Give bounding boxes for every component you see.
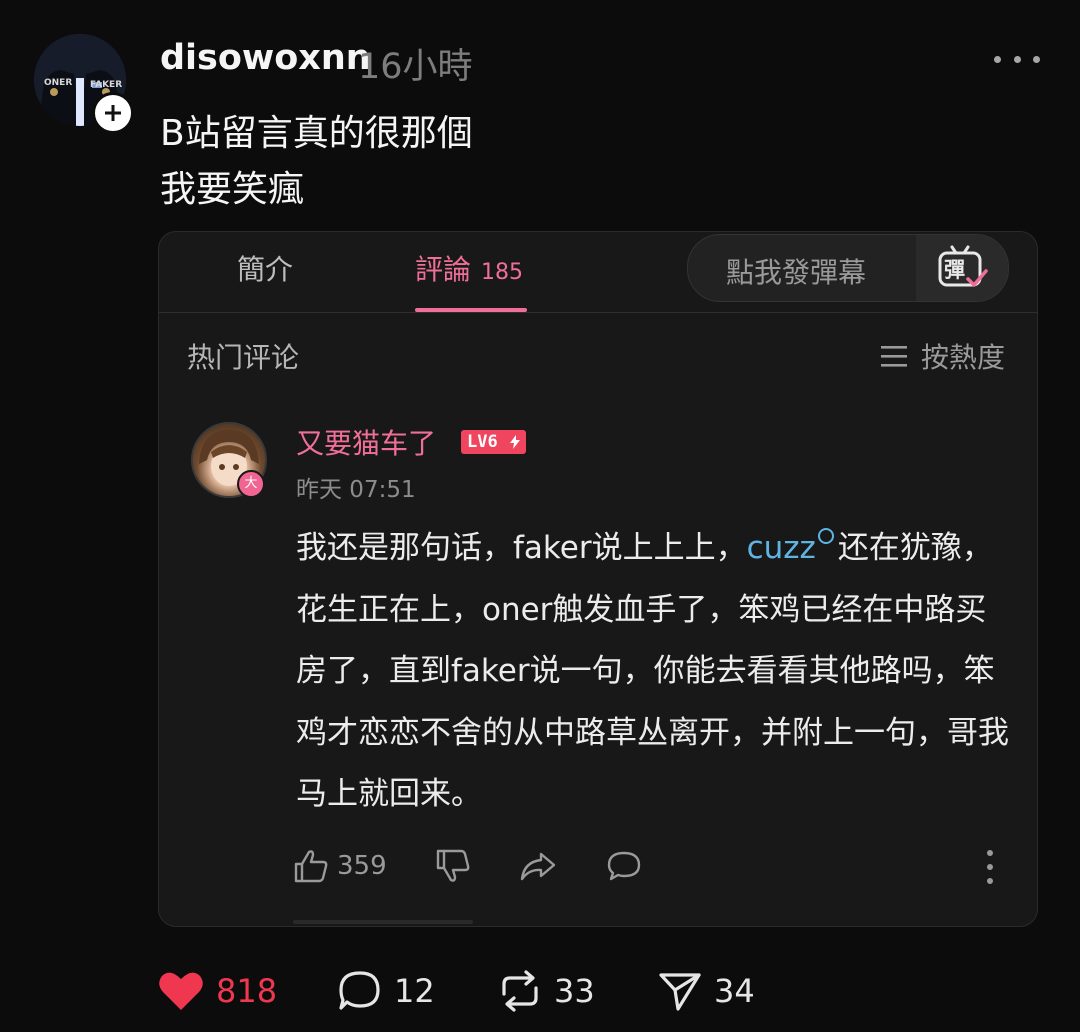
reply-bubble-icon (607, 851, 641, 881)
sort-icon (881, 346, 907, 367)
post-text: B站留言真的很那個 我要笑瘋 (160, 106, 473, 218)
comment-more-button[interactable] (985, 850, 995, 884)
comment-count: 12 (394, 972, 435, 1010)
danmaku-toggle-button[interactable]: 彈 (916, 235, 1008, 301)
comment-bubble-icon (339, 971, 380, 1010)
comment-share-button[interactable] (519, 844, 557, 888)
post-text-line: B站留言真的很那個 (160, 113, 473, 154)
follow-button[interactable] (92, 92, 134, 134)
more-dot-icon (987, 850, 993, 856)
avatar-jersey-right: FAKER (90, 80, 123, 90)
more-dot-icon (987, 878, 993, 884)
level-badge: LV6 (461, 430, 526, 454)
search-icon (817, 528, 834, 544)
tab-comments[interactable]: 評論 185 (415, 248, 523, 288)
post-text-line: 我要笑瘋 (160, 169, 305, 210)
more-dot-icon (1013, 55, 1021, 63)
active-tab-indicator (415, 308, 527, 312)
next-comment-hint (293, 920, 473, 924)
post-time: 16小時 (358, 47, 473, 87)
commenter-username[interactable]: 又要猫车了 (296, 422, 436, 462)
comment-link[interactable]: cuzz (746, 528, 838, 566)
comment-time: 昨天 07:51 (296, 477, 416, 503)
more-dot-icon (1033, 55, 1040, 63)
more-dot-icon (994, 55, 1001, 63)
comment-link-text: cuzz (746, 530, 816, 566)
share-count: 34 (714, 972, 755, 1010)
level-badge-text: LV6 (467, 432, 498, 452)
hot-comments-title: 热门评论 (187, 341, 300, 374)
share-button[interactable]: 34 (658, 966, 755, 1016)
comment-reply-button[interactable] (605, 844, 643, 888)
danmaku-placeholder: 點我發彈幕 (726, 256, 867, 289)
repost-count: 33 (554, 972, 595, 1010)
comment-text: 我还是那句话，faker说上上上，cuzz 还在犹豫，花生正在上，oner触发血手… (296, 518, 1016, 826)
sort-control[interactable]: 按熱度 (881, 336, 1005, 376)
like-button[interactable]: 818 (158, 966, 277, 1016)
send-icon (659, 973, 701, 1011)
sort-label: 按熱度 (921, 341, 1006, 374)
thumbs-down-icon (436, 849, 470, 882)
lightning-icon (509, 435, 520, 449)
thumbs-up-icon (294, 850, 328, 883)
tab-comments-label: 評論 (415, 253, 472, 286)
engagement-bar: 818 12 33 34 (158, 966, 798, 1016)
repost-icon (502, 970, 538, 1012)
share-arrow-icon (520, 852, 556, 881)
comment-like-button[interactable]: 359 (293, 844, 387, 888)
comment-dislike-button[interactable] (435, 844, 471, 888)
comment-like-count: 359 (337, 851, 387, 881)
comment-button[interactable]: 12 (338, 966, 435, 1016)
author-username[interactable]: disowoxnn (160, 38, 371, 78)
embedded-screenshot[interactable]: 簡介 評論 185 點我發彈幕 彈 热门评论 按熱度 大 又要猫车了 LV6 昨… (158, 231, 1038, 927)
danmaku-input[interactable]: 點我發彈幕 彈 (687, 234, 1009, 302)
tab-intro[interactable]: 簡介 (237, 248, 293, 288)
heart-icon (159, 972, 203, 1010)
more-dot-icon (987, 864, 993, 870)
tab-comments-count: 185 (481, 260, 524, 285)
like-count: 818 (216, 972, 278, 1010)
vip-badge: 大 (237, 470, 265, 498)
comment-text-part: 我还是那句话，faker说上上上， (296, 530, 747, 566)
post-more-button[interactable] (994, 44, 1040, 74)
author-avatar-wrap[interactable]: ONER FAKER (34, 34, 134, 134)
danmaku-icon-label: 彈 (944, 258, 965, 282)
plus-icon (105, 105, 121, 121)
tab-bar: 簡介 評論 185 點我發彈幕 彈 (159, 232, 1037, 313)
comment-text-part: 还在犹豫，花生正在上，oner触发血手了，笨鸡已经在中路买房了，直到faker说… (296, 530, 1009, 812)
repost-button[interactable]: 33 (498, 966, 595, 1016)
avatar-jersey-left: ONER (44, 78, 73, 88)
comment-actions: 359 (293, 844, 1013, 888)
